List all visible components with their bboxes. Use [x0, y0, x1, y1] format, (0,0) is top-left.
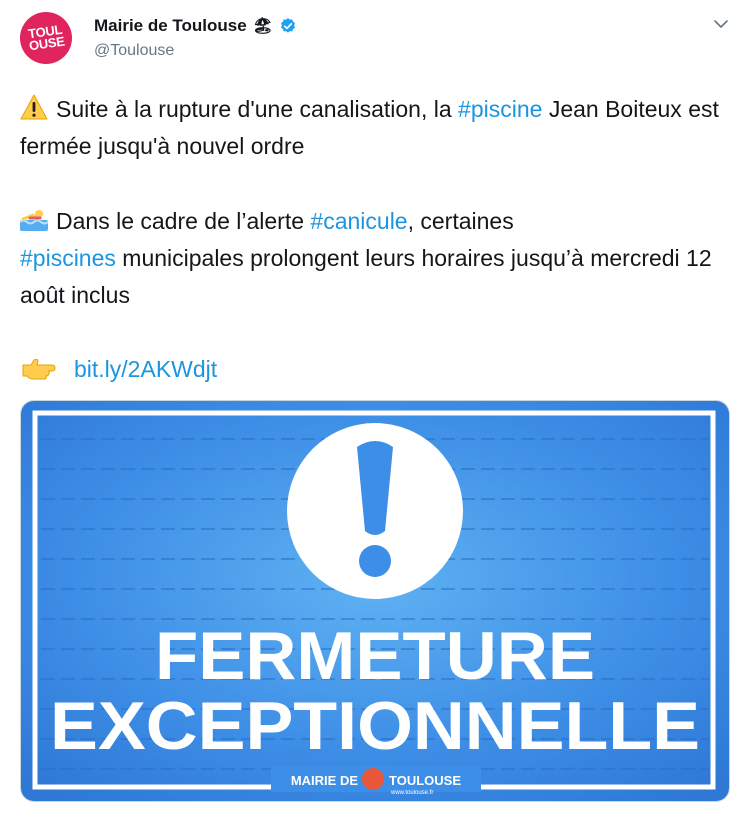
toulouse-cross-icon [362, 768, 384, 790]
paragraph-1-text-a: Suite à la rupture d'une canalisation, l… [56, 96, 459, 122]
image-title-line-1: FERMETURE [155, 618, 595, 694]
hashtag-piscine[interactable]: #piscine [458, 96, 542, 122]
closure-notice-graphic: FERMETURE EXCEPTIONNELLE MAIRIE DE TOULO… [21, 401, 729, 801]
avatar[interactable]: TOUL OUSE [20, 12, 72, 64]
pointing-hand-icon [22, 358, 56, 380]
tweet-link-row: bit.ly/2AKWdjt [20, 351, 720, 388]
footer-url: www.toulouse.fr [390, 790, 433, 796]
verified-badge-icon [280, 18, 296, 33]
exclamation-dot [359, 545, 391, 577]
beach-umbrella-emoji: 🏖 [252, 18, 274, 35]
short-link[interactable]: bit.ly/2AKWdjt [74, 356, 217, 382]
footer-mairie-de: MAIRIE DE [291, 773, 359, 788]
hashtag-piscines[interactable]: #piscines [20, 245, 116, 271]
image-title-line-2: EXCEPTIONNELLE [50, 688, 700, 764]
tweet: TOUL OUSE Mairie de Toulouse 🏖 @Toulouse… [0, 0, 747, 816]
tweet-image[interactable]: FERMETURE EXCEPTIONNELLE MAIRIE DE TOULO… [20, 400, 730, 802]
footer-toulouse: TOULOUSE [389, 773, 461, 788]
hashtag-canicule[interactable]: #canicule [310, 208, 407, 234]
author-name-row: Mairie de Toulouse 🏖 [94, 16, 297, 36]
warning-icon [20, 94, 48, 120]
tweet-paragraph-1: Suite à la rupture d'une canalisation, l… [20, 91, 720, 165]
swimmer-icon [20, 210, 48, 231]
author-handle[interactable]: @Toulouse [94, 42, 174, 60]
author-display-name[interactable]: Mairie de Toulouse [94, 16, 247, 36]
paragraph-2-text-b: , certaines [407, 208, 514, 234]
paragraph-2-text-c: municipales prolongent leurs horaires ju… [20, 245, 712, 308]
avatar-text-bottom: OUSE [28, 33, 66, 54]
chevron-down-icon[interactable] [713, 16, 729, 32]
paragraph-2-text-a: Dans le cadre de l’alerte [56, 208, 311, 234]
tweet-paragraph-2: Dans le cadre de l’alerte #canicule, cer… [20, 203, 720, 314]
